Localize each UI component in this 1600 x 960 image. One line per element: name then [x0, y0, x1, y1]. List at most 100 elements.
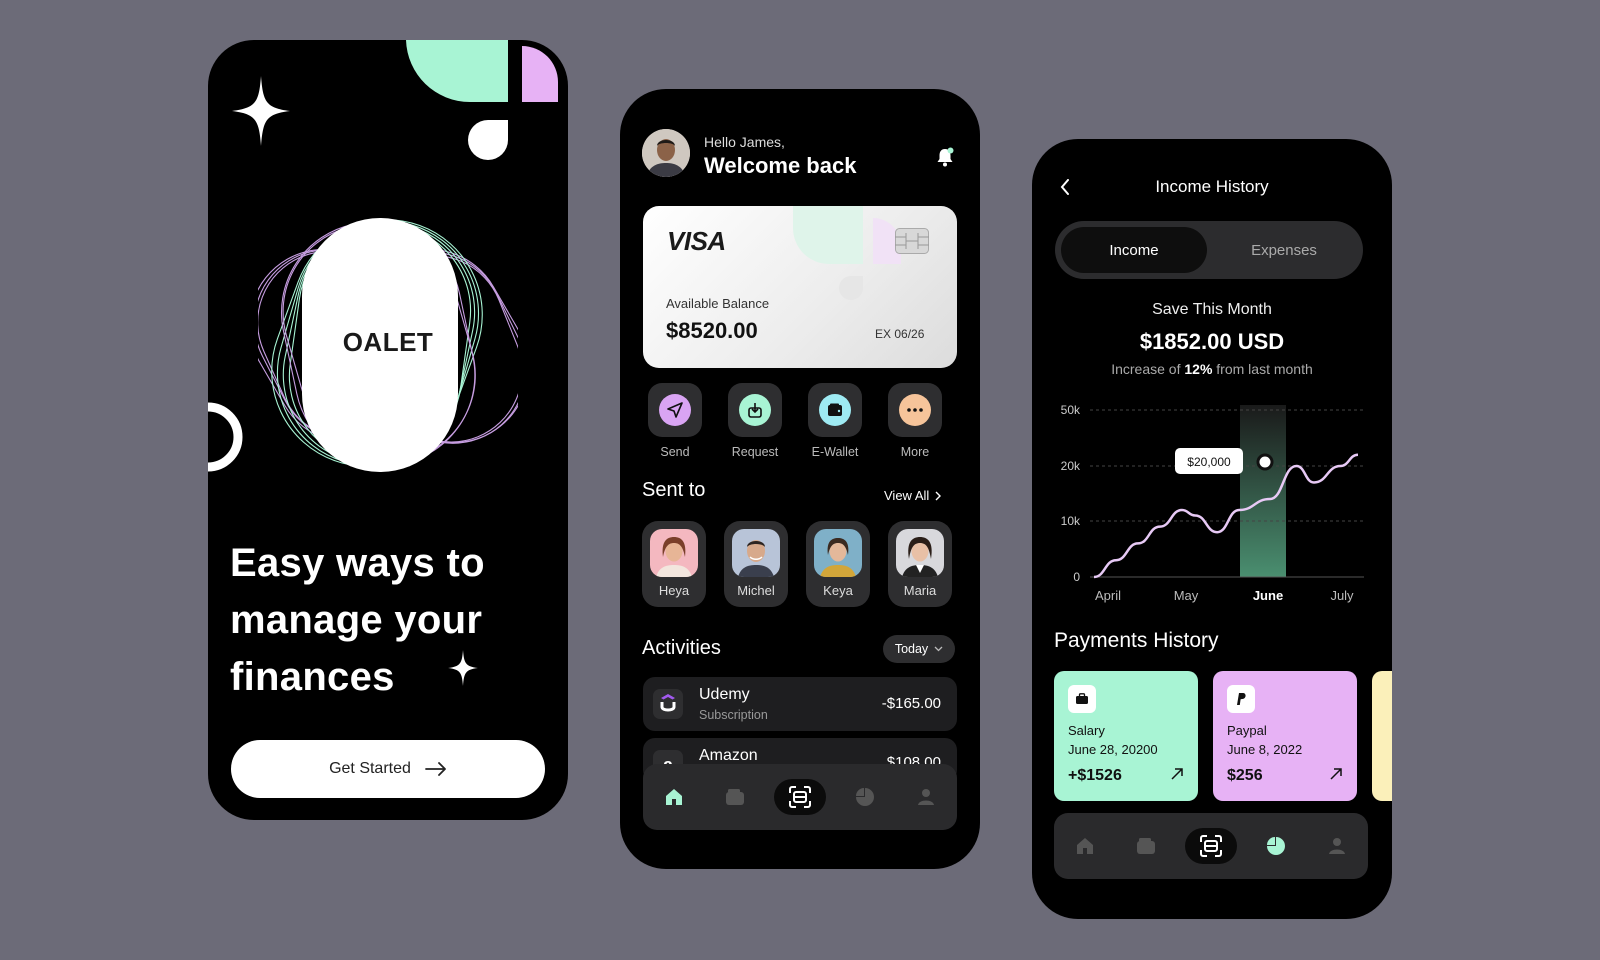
nav-analytics[interactable]: [843, 779, 887, 815]
date-filter-dropdown[interactable]: Today: [883, 635, 955, 663]
download-icon: [748, 403, 762, 418]
nav-profile[interactable]: [1315, 828, 1359, 864]
x-tick-label: June: [1253, 588, 1283, 603]
nav-scan[interactable]: [773, 779, 826, 815]
arrow-up-right-icon: [1330, 768, 1342, 780]
payment-card-salary[interactable]: Salary June 28, 20200 +$1526: [1054, 671, 1198, 801]
request-icon-bg: [739, 394, 771, 426]
income-history-screen: Income History Income Expenses Save This…: [1032, 139, 1392, 919]
request-button[interactable]: [728, 383, 782, 437]
contact-maria[interactable]: Maria: [888, 521, 952, 607]
highlight-point: [1256, 453, 1274, 471]
profile-icon: [1329, 838, 1346, 854]
pie-chart-icon: [856, 788, 875, 806]
activities-title: Activities: [642, 637, 721, 659]
card-decoration: [793, 206, 901, 300]
send-icon-bg: [659, 394, 691, 426]
greeting: Hello James,: [704, 134, 785, 150]
send-button[interactable]: [648, 383, 702, 437]
home-icon: [665, 789, 682, 805]
activity-type: Subscription: [699, 708, 768, 722]
payment-card-partial[interactable]: [1372, 671, 1392, 801]
arrow-up-right-icon: [1171, 768, 1183, 780]
payment-card-paypal[interactable]: Paypal June 8, 2022 $256: [1213, 671, 1357, 801]
view-all-link[interactable]: View All: [884, 488, 942, 503]
y-tick-label: 0: [1073, 570, 1080, 584]
save-amount: $1852.00 USD: [1139, 329, 1285, 354]
tab-income[interactable]: Income: [1061, 227, 1207, 273]
contact-keya[interactable]: Keya: [806, 521, 870, 607]
paypal-icon: [1237, 693, 1246, 705]
card-expiry: EX 06/26: [875, 327, 925, 341]
user-avatar-image: [642, 129, 690, 177]
contact-photo: [814, 529, 862, 577]
payment-date: June 8, 2022: [1227, 742, 1303, 757]
wallet-icon: [725, 789, 744, 805]
contact-michel[interactable]: Michel: [724, 521, 788, 607]
home-icon: [1076, 838, 1093, 854]
tooltip: $20,000: [1175, 448, 1243, 474]
welcome-title: Welcome back: [704, 153, 857, 178]
activity-amount: -$165.00: [881, 695, 941, 712]
balance-label: Available Balance: [666, 296, 770, 311]
save-label: Save This Month: [1152, 301, 1272, 318]
nav-profile[interactable]: [904, 779, 948, 815]
activity-item-udemy[interactable]: Udemy Subscription -$165.00: [643, 677, 957, 731]
nav-home[interactable]: [1063, 828, 1107, 864]
briefcase-icon-wrap: [1068, 685, 1096, 713]
small-sparkle-icon: [448, 650, 478, 686]
y-tick-label: 50k: [1061, 403, 1081, 417]
x-tick-label: April: [1095, 588, 1121, 603]
nav-analytics[interactable]: [1254, 828, 1298, 864]
chevron-down-icon: [934, 646, 943, 652]
wallet-icon: [828, 403, 842, 416]
e-wallet-icon-bg: [819, 394, 851, 426]
y-tick-label: 10k: [1061, 514, 1081, 528]
increase-prefix: Increase of: [1111, 361, 1185, 377]
contact-photo: [896, 529, 944, 577]
contact-photo: [650, 529, 698, 577]
visa-card[interactable]: VISA Available Balance $8520.00 EX 06/26: [643, 206, 957, 368]
nav-scan[interactable]: [1184, 828, 1237, 864]
x-tick-label: May: [1174, 588, 1199, 603]
nav-wallet[interactable]: [713, 779, 757, 815]
tab-expenses[interactable]: Expenses: [1211, 227, 1357, 273]
payment-value: $256: [1227, 767, 1263, 784]
contact-name: Keya: [823, 583, 853, 598]
nav-wallet[interactable]: [1124, 828, 1168, 864]
activity-name: Amazon: [699, 747, 758, 764]
user-avatar[interactable]: [642, 129, 690, 177]
sent-to-title: Sent to: [642, 479, 706, 501]
balance-amount: $8520.00: [666, 318, 758, 343]
screen-title: Income History: [1155, 177, 1269, 196]
contact-photo: [732, 529, 780, 577]
get-started-label: Get Started: [329, 760, 411, 777]
e-wallet-button[interactable]: [808, 383, 862, 437]
increase-text: Increase of 12% from last month: [1032, 361, 1392, 377]
card-brand: VISA: [667, 226, 726, 256]
payment-date: June 28, 20200: [1068, 742, 1158, 757]
e-wallet-label: E-Wallet: [811, 445, 859, 459]
date-filter-value: Today: [894, 642, 929, 656]
headline-line-2: manage your: [230, 598, 483, 642]
income-chart: 50k 20k 10k 0 April May June July $20,000: [1061, 403, 1364, 603]
contact-name: Heya: [658, 583, 690, 598]
sparkle-icon: [232, 76, 290, 146]
logo-text: OALET: [342, 327, 434, 357]
increase-value: 12%: [1184, 361, 1213, 377]
nav-home[interactable]: [652, 779, 696, 815]
home-screen: Hello James, Welcome back VISA Available…: [620, 89, 980, 869]
pie-chart-icon: [1267, 837, 1286, 855]
card-chip-icon: [895, 228, 929, 254]
get-started-button[interactable]: Get Started: [231, 740, 545, 798]
send-label: Send: [660, 445, 690, 459]
more-label: More: [900, 445, 930, 459]
income-expenses-toggle: Income Expenses: [1055, 221, 1363, 279]
more-button[interactable]: [888, 383, 942, 437]
contact-name: Maria: [903, 583, 937, 598]
contact-heya[interactable]: Heya: [642, 521, 706, 607]
increase-suffix: from last month: [1212, 361, 1313, 377]
more-icon-bg: [899, 394, 931, 426]
payment-name: Salary: [1068, 723, 1105, 738]
notification-bell-icon[interactable]: [936, 147, 954, 167]
